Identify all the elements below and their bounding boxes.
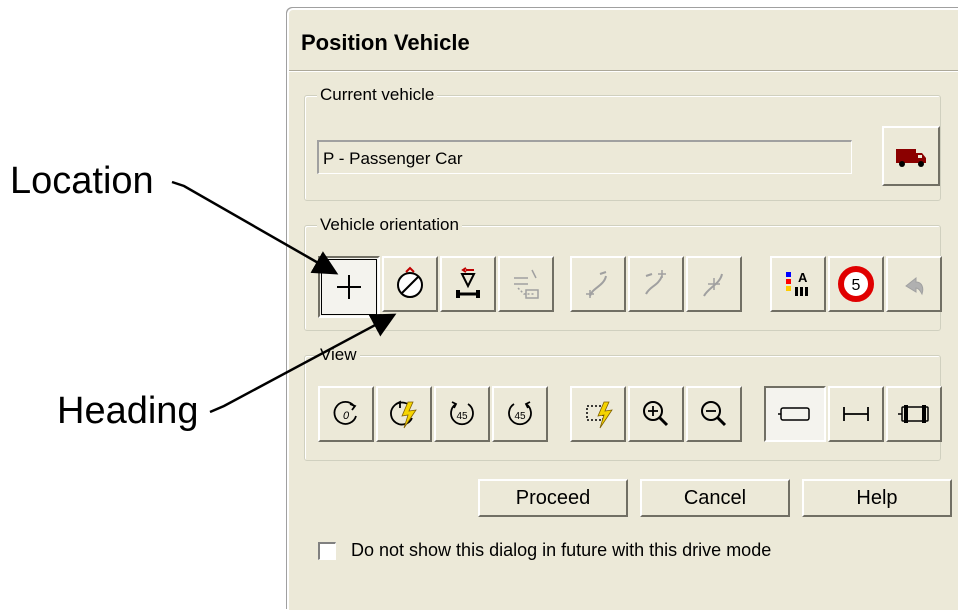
rotate-ccw-45-button[interactable]: 45 bbox=[434, 386, 490, 442]
curve-snap-icon bbox=[703, 273, 723, 297]
vehicle-path-button[interactable] bbox=[498, 256, 554, 312]
location-crosshair-icon bbox=[337, 275, 361, 299]
color-text-icon: A bbox=[786, 270, 808, 296]
rotate-zero-button[interactable]: 0 bbox=[318, 386, 374, 442]
undo-button[interactable] bbox=[886, 256, 942, 312]
current-vehicle-legend: Current vehicle bbox=[317, 85, 438, 105]
rotate-ccw-45-icon: 45 bbox=[450, 401, 474, 426]
callout-heading: Heading bbox=[57, 390, 199, 432]
vehicle-detail-button[interactable] bbox=[886, 386, 942, 442]
vehicle-orientation-legend: Vehicle orientation bbox=[317, 215, 462, 235]
vehicle-path-icon bbox=[514, 269, 539, 299]
curve-right-button[interactable] bbox=[628, 256, 684, 312]
rotate-cw-45-button[interactable]: 45 bbox=[492, 386, 548, 442]
vehicle-detail-icon bbox=[898, 405, 929, 423]
callout-location: Location bbox=[10, 160, 154, 202]
zoom-out-button[interactable] bbox=[686, 386, 742, 442]
color-text-button[interactable]: A bbox=[770, 256, 826, 312]
truck-icon bbox=[896, 149, 926, 167]
curve-snap-button[interactable] bbox=[686, 256, 742, 312]
title-separator bbox=[289, 70, 958, 72]
view-group: View 0 45 45 bbox=[304, 345, 942, 461]
flip-vehicle-button[interactable] bbox=[440, 256, 496, 312]
vehicle-flip-icon bbox=[456, 267, 480, 298]
zoom-out-icon bbox=[701, 401, 727, 427]
rotate-auto-icon bbox=[390, 400, 417, 429]
proceed-button[interactable]: Proceed bbox=[478, 479, 628, 517]
zoom-in-button[interactable] bbox=[628, 386, 684, 442]
do-not-show-label[interactable]: Do not show this dialog in future with t… bbox=[351, 540, 771, 561]
svg-text:A: A bbox=[798, 270, 808, 285]
zoom-in-icon bbox=[643, 401, 669, 427]
location-button[interactable] bbox=[318, 256, 380, 318]
rotate-auto-button[interactable] bbox=[376, 386, 432, 442]
vehicle-outline-icon bbox=[778, 407, 810, 421]
heading-button[interactable] bbox=[382, 256, 438, 312]
zoom-extents-icon bbox=[586, 401, 613, 429]
dialog-title: Position Vehicle bbox=[301, 30, 470, 55]
view-legend: View bbox=[317, 345, 360, 365]
zoom-extents-button[interactable] bbox=[570, 386, 626, 442]
vehicle-length-button[interactable] bbox=[828, 386, 884, 442]
rotate-cw-45-icon: 45 bbox=[508, 401, 532, 426]
help-button[interactable]: Help bbox=[802, 479, 952, 517]
speed-limit-icon: 5 bbox=[838, 266, 874, 302]
do-not-show-checkbox[interactable] bbox=[318, 542, 336, 560]
current-vehicle-field[interactable]: P - Passenger Car bbox=[317, 140, 852, 174]
rotate-cw-45-label: 45 bbox=[514, 411, 526, 422]
vehicle-orientation-group: Vehicle orientation A 5 bbox=[304, 215, 942, 331]
cancel-button[interactable]: Cancel bbox=[640, 479, 790, 517]
vehicle-outline-button[interactable] bbox=[764, 386, 826, 442]
vehicle-length-icon bbox=[843, 407, 869, 421]
curve-right-icon bbox=[645, 270, 666, 295]
rotate-zero-icon: 0 bbox=[333, 401, 357, 425]
rotate-zero-label: 0 bbox=[343, 410, 350, 422]
speed-limit-button[interactable]: 5 bbox=[828, 256, 884, 312]
heading-dial-icon bbox=[397, 266, 423, 298]
rotate-ccw-45-label: 45 bbox=[456, 411, 468, 422]
undo-icon bbox=[905, 276, 924, 296]
current-vehicle-group: Current vehicle P - Passenger Car bbox=[304, 85, 941, 201]
curve-left-icon bbox=[586, 271, 607, 298]
position-vehicle-dialog: Position Vehicle Current vehicle P - Pas… bbox=[287, 8, 958, 610]
select-vehicle-button[interactable] bbox=[882, 126, 940, 186]
curve-left-button[interactable] bbox=[570, 256, 626, 312]
speed-limit-value: 5 bbox=[852, 277, 861, 294]
